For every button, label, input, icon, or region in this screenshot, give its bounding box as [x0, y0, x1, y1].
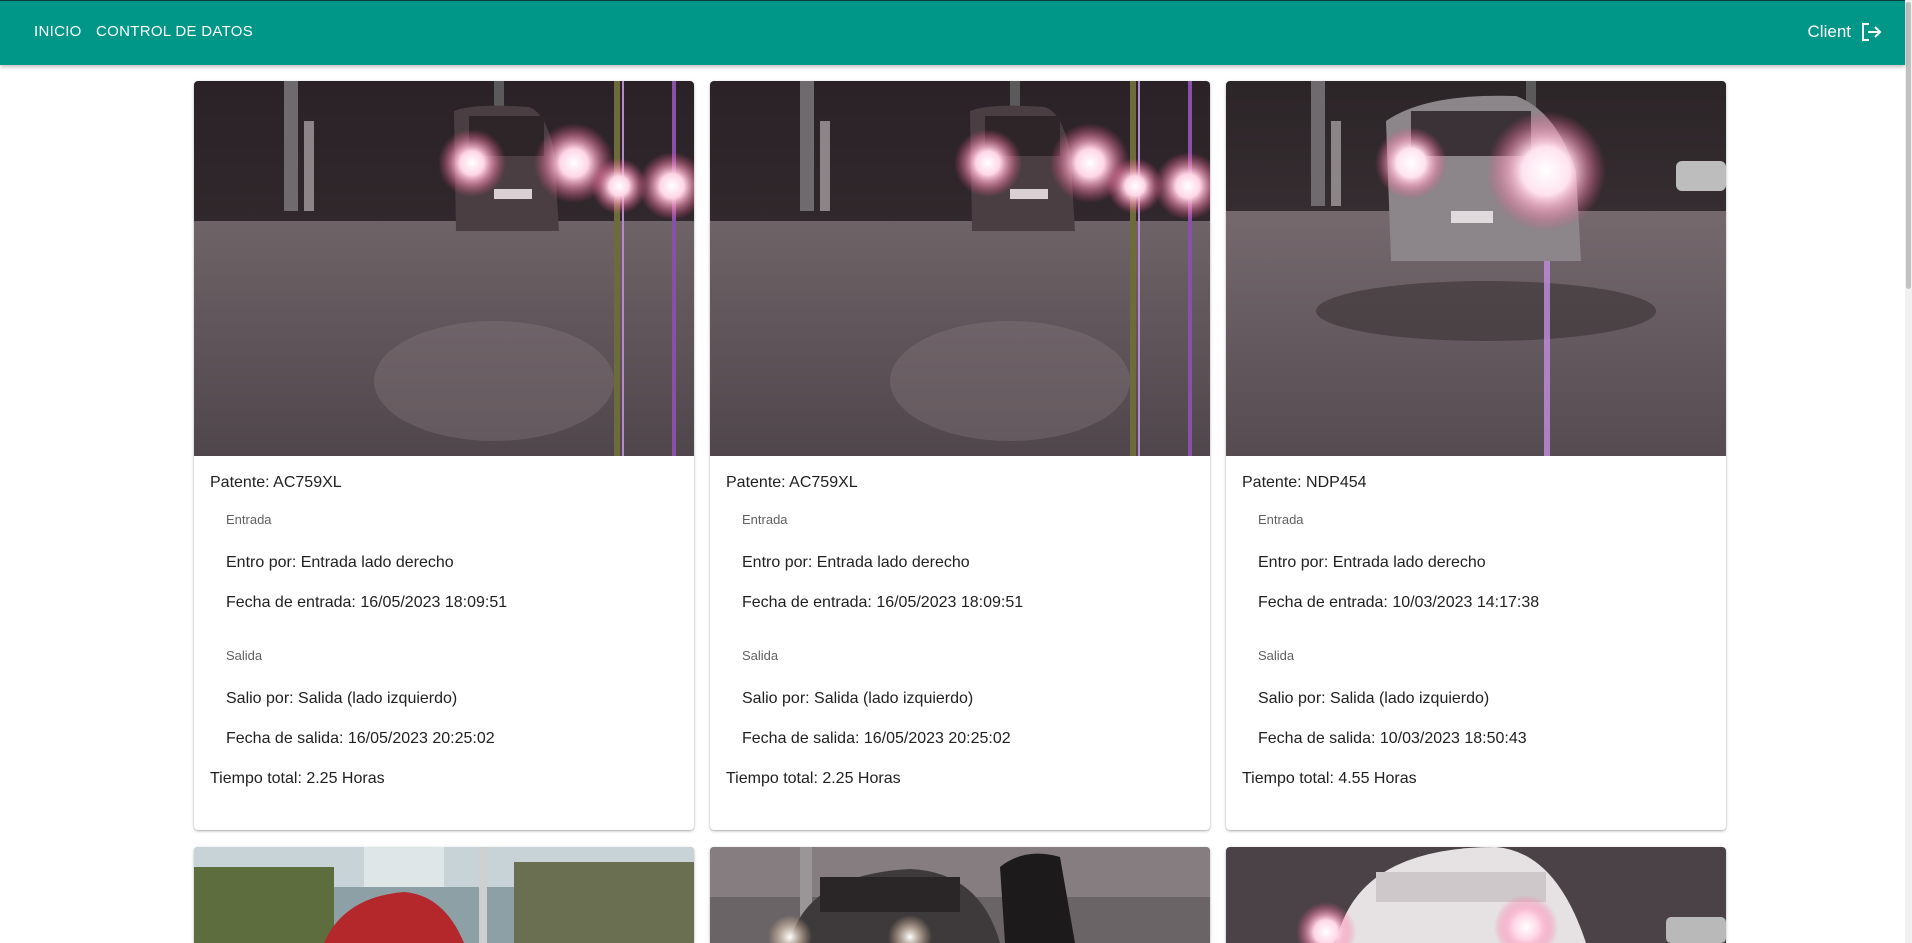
vehicle-card: Patente: AC759XL Entrada Entro por: Entr…	[710, 81, 1210, 830]
vehicle-photo	[1226, 847, 1726, 943]
entry-date-text: Fecha de entrada: 16/05/2023 18:09:51	[226, 594, 508, 611]
vehicle-card	[710, 847, 1210, 943]
vehicle-card	[194, 847, 694, 943]
salida-subheader: Salida	[226, 648, 263, 663]
vehicle-card: Patente: NDP454 Entrada Entro por: Entra…	[1226, 81, 1726, 830]
exit-gate-text: Salio por: Salida (lado izquierdo)	[1258, 690, 1490, 707]
entrada-subheader: Entrada	[226, 512, 272, 527]
exit-date-text: Fecha de salida: 16/05/2023 20:25:02	[226, 730, 495, 747]
entry-gate-text: Entro por: Entrada lado derecho	[1258, 554, 1486, 571]
salida-subheader: Salida	[742, 648, 779, 663]
vehicle-photo	[710, 81, 1210, 456]
entrada-subheader: Entrada	[742, 512, 788, 527]
vehicle-card: Patente: AC759XL Entrada Entro por: Entr…	[194, 81, 694, 830]
plate-label: Patente: AC759XL	[210, 474, 342, 491]
entrada-subheader: Entrada	[1258, 512, 1304, 527]
vehicle-photo	[1226, 81, 1726, 456]
salida-subheader: Salida	[1258, 648, 1295, 663]
vehicle-photo	[194, 847, 694, 943]
exit-gate-text: Salio por: Salida (lado izquierdo)	[742, 690, 974, 707]
total-time-text: Tiempo total: 4.55 Horas	[1242, 770, 1417, 787]
nav-control-datos-button[interactable]: CONTROL DE DATOS	[96, 23, 253, 40]
total-time-text: Tiempo total: 2.25 Horas	[210, 770, 385, 787]
page-scrollbar[interactable]	[1905, 0, 1912, 943]
entry-date-text: Fecha de entrada: 16/05/2023 18:09:51	[742, 594, 1024, 611]
logout-icon	[1862, 23, 1882, 41]
scrollbar-thumb[interactable]	[1906, 2, 1911, 289]
vehicle-photo	[710, 847, 1210, 943]
user-name: Client	[1807, 22, 1851, 41]
entry-gate-text: Entro por: Entrada lado derecho	[742, 554, 970, 571]
vehicle-photo	[194, 81, 694, 456]
vehicle-card	[1226, 847, 1726, 943]
entry-date-text: Fecha de entrada: 10/03/2023 14:17:38	[1258, 594, 1540, 611]
nav-inicio-button[interactable]: INICIO	[34, 23, 82, 40]
logout-button[interactable]: Client	[1808, 22, 1883, 42]
total-time-text: Tiempo total: 2.25 Horas	[726, 770, 901, 787]
exit-gate-text: Salio por: Salida (lado izquierdo)	[226, 690, 458, 707]
plate-label: Patente: AC759XL	[726, 474, 858, 491]
exit-date-text: Fecha de salida: 16/05/2023 20:25:02	[742, 730, 1011, 747]
exit-date-text: Fecha de salida: 10/03/2023 18:50:43	[1258, 730, 1527, 747]
app-bar: INICIO CONTROL DE DATOS Client	[0, 0, 1905, 65]
entry-gate-text: Entro por: Entrada lado derecho	[226, 554, 454, 571]
plate-label: Patente: NDP454	[1242, 474, 1367, 491]
